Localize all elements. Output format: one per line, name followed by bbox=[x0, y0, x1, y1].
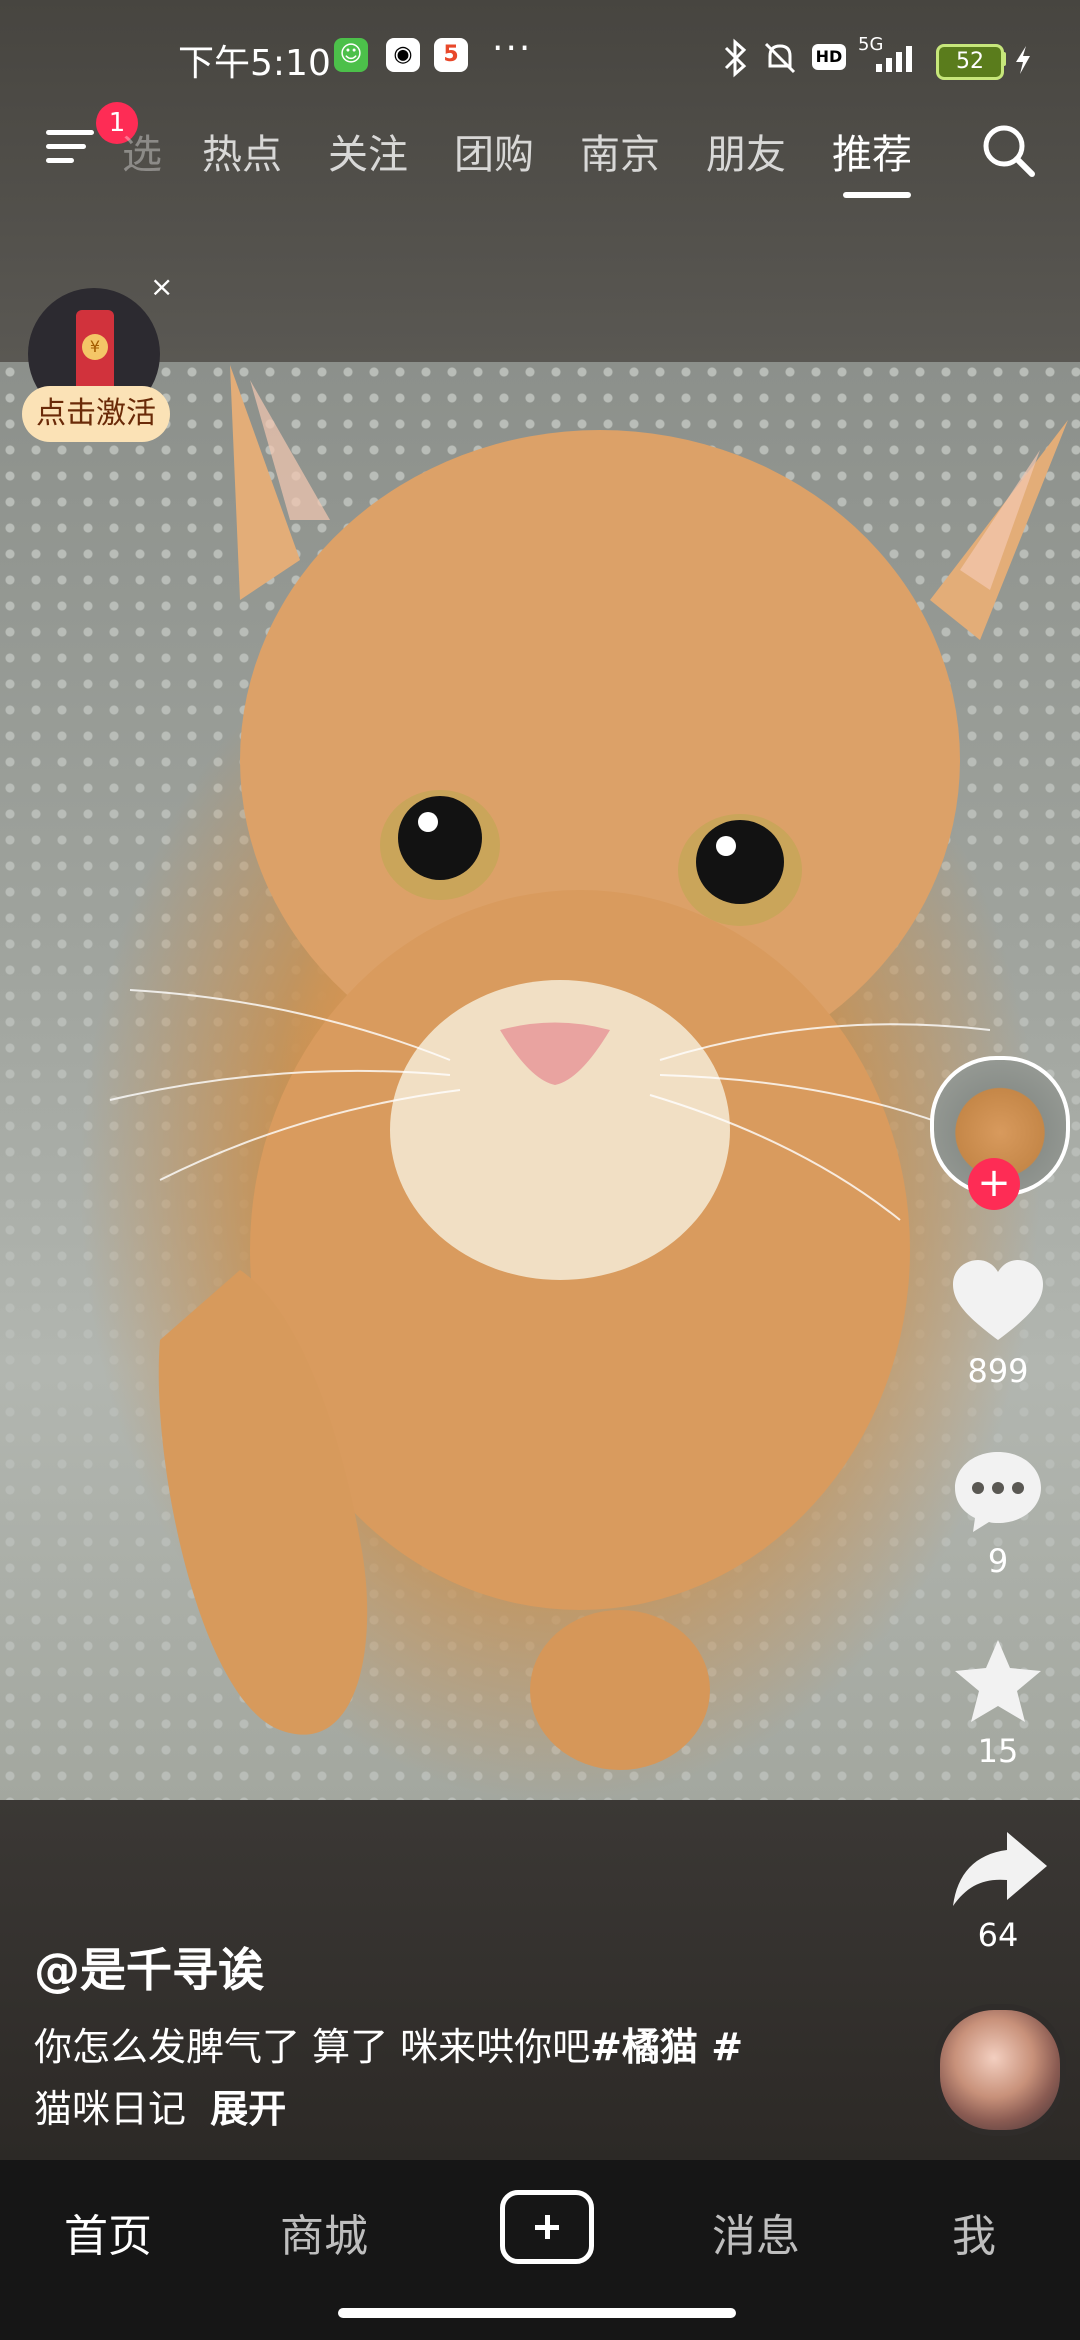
share-arrow-icon[interactable] bbox=[943, 1826, 1053, 1916]
app-screen: 下午5:10 ☺ ◉ 5 ··· HD 5G 52 1 选 热点 关注 团购 南… bbox=[0, 0, 1080, 2340]
like-count: 899 bbox=[967, 1352, 1029, 1390]
expand-button[interactable]: 展开 bbox=[210, 2087, 286, 2131]
tab-recommend[interactable]: 推荐 bbox=[832, 122, 912, 180]
charging-icon bbox=[1016, 46, 1030, 74]
wechat-notification-icon: ☺ bbox=[334, 38, 368, 72]
music-disc-avatar[interactable] bbox=[934, 2004, 1066, 2136]
hd-icon: HD bbox=[812, 44, 846, 70]
home-indicator[interactable] bbox=[338, 2308, 736, 2318]
mute-bell-icon bbox=[764, 42, 796, 74]
nav-me[interactable]: 我 bbox=[952, 2200, 996, 2264]
tab-hot[interactable]: 热点 bbox=[202, 122, 282, 180]
tab-following[interactable]: 关注 bbox=[328, 122, 408, 180]
hashtag-prefix[interactable]: # bbox=[698, 2025, 743, 2069]
status-bar: 下午5:10 ☺ ◉ 5 ··· HD 5G 52 bbox=[0, 0, 1080, 120]
tab-more[interactable]: 选 bbox=[122, 122, 162, 180]
cat-paw-right bbox=[530, 1610, 710, 1770]
nav-home[interactable]: 首页 bbox=[64, 2200, 152, 2264]
app58-notification-icon: 5 bbox=[434, 38, 468, 72]
caption-text: 你怎么发脾气了 算了 咪来哄你吧 bbox=[34, 2025, 591, 2069]
create-plus-icon[interactable] bbox=[500, 2190, 594, 2264]
follow-button[interactable]: + bbox=[968, 1158, 1020, 1210]
search-icon[interactable] bbox=[978, 120, 1038, 180]
qq-notification-icon: ◉ bbox=[386, 38, 420, 72]
favorite-star-icon[interactable] bbox=[943, 1636, 1053, 1726]
tab-nanjing[interactable]: 南京 bbox=[580, 122, 660, 180]
status-time: 下午5:10 bbox=[178, 43, 331, 84]
activate-label[interactable]: 点击激活 bbox=[22, 386, 170, 442]
nav-messages[interactable]: 消息 bbox=[712, 2200, 800, 2264]
close-icon[interactable]: × bbox=[150, 270, 173, 303]
side-menu-button[interactable] bbox=[46, 124, 100, 170]
comment-count: 9 bbox=[987, 1542, 1009, 1580]
author-name[interactable]: @是千寻诶 bbox=[34, 1934, 264, 2000]
share-count: 64 bbox=[977, 1916, 1019, 1954]
hashtag-orange-cat[interactable]: #橘猫 bbox=[590, 2025, 698, 2069]
like-heart-icon[interactable] bbox=[943, 1256, 1053, 1346]
nav-mall[interactable]: 商城 bbox=[280, 2200, 368, 2264]
signal-icon bbox=[876, 46, 912, 72]
favorite-count: 15 bbox=[977, 1732, 1019, 1770]
active-tab-indicator bbox=[843, 192, 911, 198]
hashtag-cat-diary[interactable]: 猫咪日记 bbox=[34, 2087, 186, 2131]
post-caption: 你怎么发脾气了 算了 咪来哄你吧#橘猫 # 猫咪日记 展开 bbox=[34, 2016, 834, 2140]
battery-tip bbox=[1002, 52, 1006, 66]
tab-friends[interactable]: 朋友 bbox=[706, 122, 786, 180]
coin-icon: ¥ bbox=[82, 334, 108, 360]
comment-icon[interactable] bbox=[943, 1446, 1053, 1536]
battery-icon: 52 bbox=[936, 44, 1004, 80]
more-notifications-icon: ··· bbox=[492, 28, 533, 69]
bluetooth-icon bbox=[724, 38, 747, 78]
tab-group-buy[interactable]: 团购 bbox=[454, 122, 534, 180]
